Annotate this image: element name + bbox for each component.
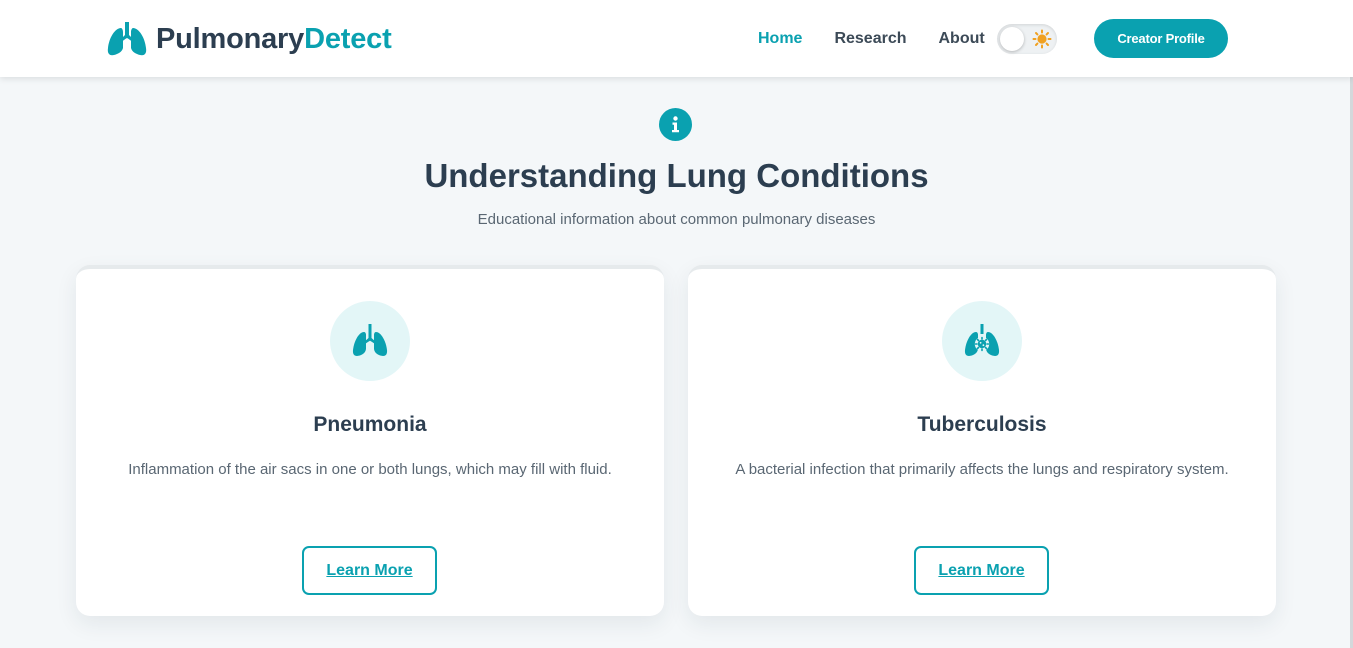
nav-link-home[interactable]: Home	[758, 30, 802, 47]
sun-icon	[1032, 29, 1052, 49]
info-icon	[659, 108, 692, 141]
brand-name-part2: Detect	[304, 22, 392, 55]
learn-more-button-tuberculosis[interactable]: Learn More	[914, 546, 1049, 595]
card-description: Inflammation of the air sacs in one or b…	[128, 461, 612, 478]
nav-link-about[interactable]: About	[939, 30, 985, 47]
learn-more-button-pneumonia[interactable]: Learn More	[302, 546, 437, 595]
theme-toggle[interactable]	[997, 24, 1057, 54]
card-description: A bacterial infection that primarily aff…	[735, 461, 1229, 478]
card-icon-container	[330, 301, 410, 381]
section-subtitle: Educational information about common pul…	[477, 211, 876, 228]
creator-profile-button[interactable]: Creator Profile	[1094, 19, 1228, 58]
lungs-icon	[352, 324, 388, 356]
condition-card-pneumonia: Pneumonia Inflammation of the air sacs i…	[76, 265, 664, 616]
condition-card-tuberculosis: Tuberculosis A bacterial infection that …	[688, 265, 1276, 616]
card-title: Pneumonia	[313, 413, 427, 436]
card-icon-container	[942, 301, 1022, 381]
navbar: PulmonaryDetect Home Research About Crea…	[0, 0, 1353, 77]
card-title: Tuberculosis	[917, 413, 1047, 436]
lungs-virus-icon	[964, 324, 1000, 356]
brand-logo-link[interactable]: PulmonaryDetect	[106, 20, 392, 58]
brand-name: PulmonaryDetect	[156, 23, 392, 56]
lungs-icon	[107, 22, 147, 56]
toggle-knob	[1000, 27, 1024, 51]
nav-link-research[interactable]: Research	[834, 30, 906, 47]
main-nav: Home Research About	[758, 0, 1017, 77]
brand-name-part1: Pulmonary	[156, 22, 305, 55]
section-title: Understanding Lung Conditions	[424, 157, 929, 194]
